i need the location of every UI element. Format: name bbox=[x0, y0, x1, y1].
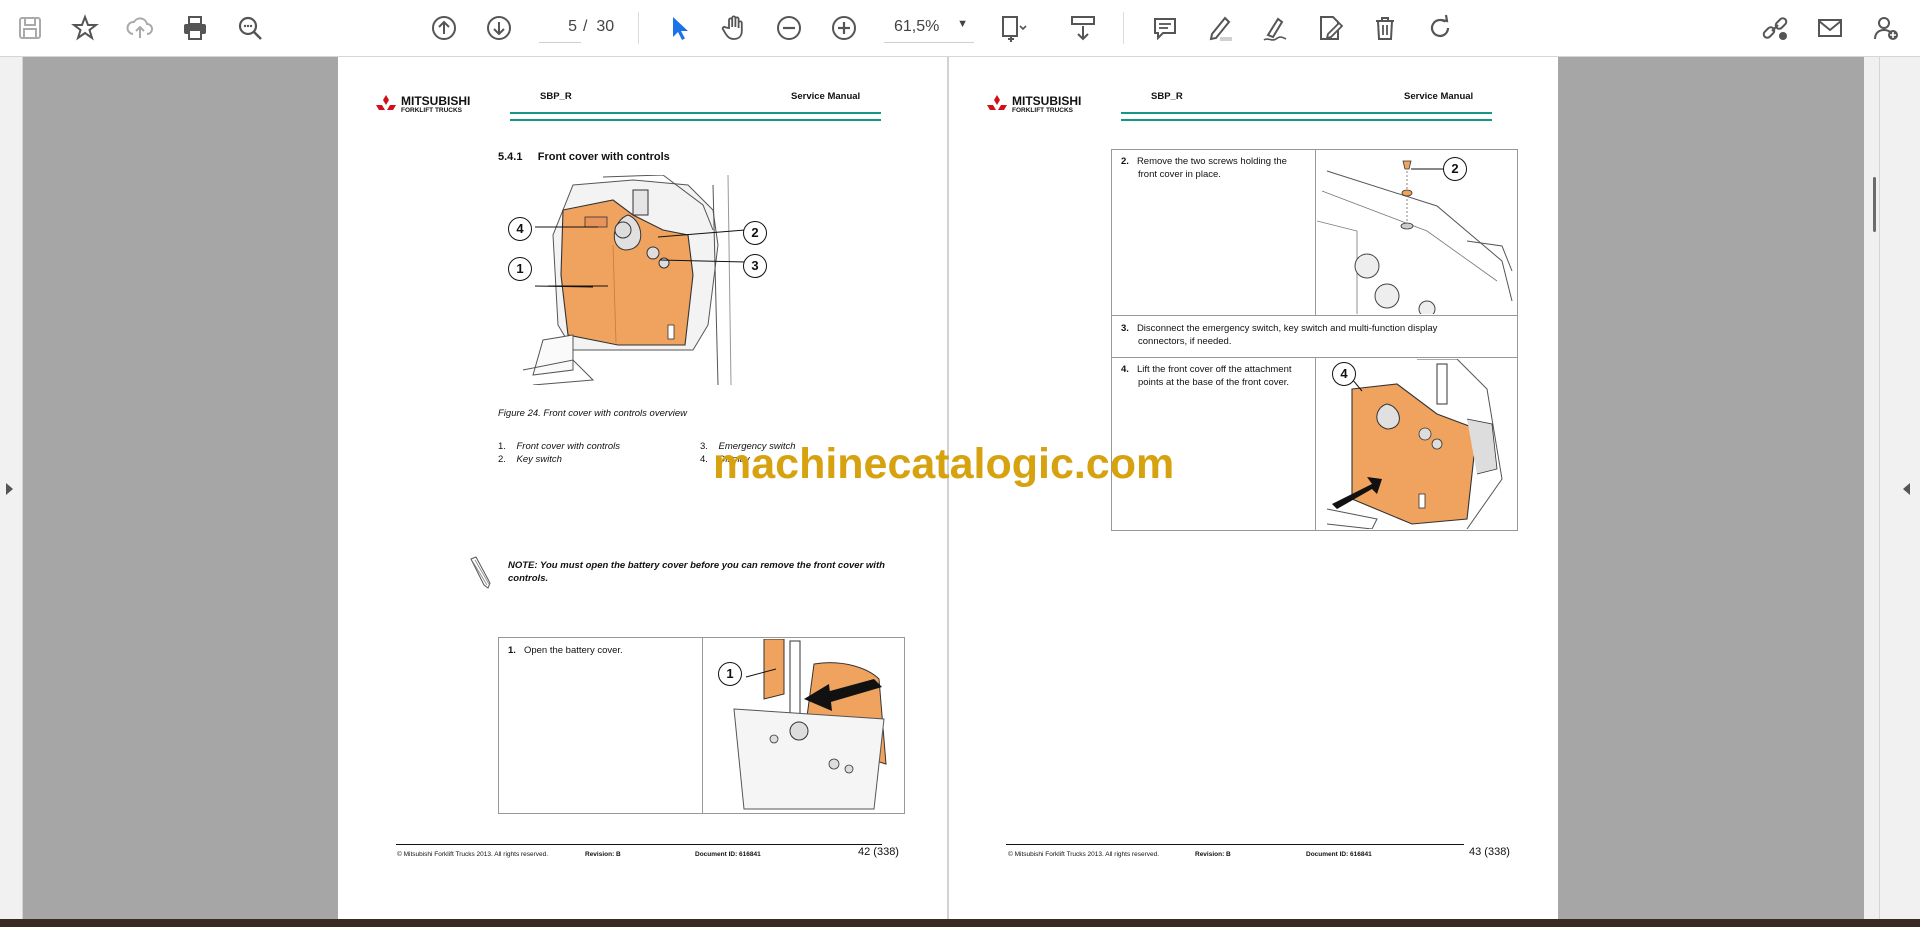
callout-4: 4 bbox=[1332, 362, 1356, 386]
toolbar-divider bbox=[1123, 12, 1124, 44]
callout-3: 3 bbox=[743, 254, 767, 278]
watermark-text: machinecatalogic.com bbox=[713, 440, 1175, 488]
expand-left-icon[interactable] bbox=[6, 483, 13, 495]
footer-rule bbox=[396, 844, 882, 845]
note-text: NOTE: You must open the battery cover be… bbox=[508, 560, 885, 584]
toolbar-divider bbox=[638, 12, 639, 44]
footer-revision: Revision: B bbox=[1195, 851, 1231, 858]
header-title: Service Manual bbox=[1404, 91, 1474, 102]
section-title: 5.4.1 Front cover with controls bbox=[498, 151, 670, 163]
right-panel-toggle[interactable] bbox=[1879, 57, 1920, 919]
legend-item: 1. Front cover with controls bbox=[498, 441, 620, 452]
header-rule bbox=[510, 112, 881, 121]
select-cursor-icon[interactable] bbox=[663, 12, 695, 44]
header-model: SBP_R bbox=[540, 91, 572, 102]
add-user-icon[interactable] bbox=[1870, 12, 1902, 44]
zoom-search-icon[interactable] bbox=[234, 12, 266, 44]
zoom-select[interactable]: 61,5% ▼ bbox=[884, 12, 974, 43]
mitsubishi-logo: MITSUBISHI FORKLIFT TRUCKS bbox=[375, 94, 505, 115]
callout-4: 4 bbox=[508, 217, 532, 241]
footer-copyright: © Mitsubishi Forklift Trucks 2013. All r… bbox=[397, 851, 549, 858]
step-4: 4. Lift the front cover off the attachmen… bbox=[1121, 364, 1292, 388]
screws-illustration bbox=[1316, 151, 1515, 318]
callout-1: 1 bbox=[508, 257, 532, 281]
header-title: Service Manual bbox=[791, 91, 861, 102]
svg-text:FORKLIFT TRUCKS: FORKLIFT TRUCKS bbox=[401, 107, 463, 114]
hand-icon[interactable] bbox=[718, 12, 750, 44]
highlight-pen-icon[interactable] bbox=[1204, 12, 1236, 44]
header-rule bbox=[1121, 112, 1492, 121]
save-icon[interactable] bbox=[14, 12, 46, 44]
scrollbar-thumb[interactable] bbox=[1873, 177, 1876, 232]
step-3: 3. Disconnect the emergency switch, key s… bbox=[1121, 323, 1438, 347]
figure-caption: Figure 24. Front cover with controls ove… bbox=[498, 408, 688, 419]
step-1: 1. Open the battery cover. bbox=[508, 645, 623, 656]
footer-revision: Revision: B bbox=[585, 851, 621, 858]
footer-docid: Document ID: 616841 bbox=[695, 851, 761, 858]
fit-page-icon[interactable] bbox=[997, 12, 1029, 44]
page-total: / 30 bbox=[583, 18, 615, 35]
footer-rule bbox=[1006, 844, 1464, 845]
page-down-icon[interactable] bbox=[483, 12, 515, 44]
bookmark-star-icon[interactable] bbox=[69, 12, 101, 44]
step-2: 2. Remove the two screws holding the fron… bbox=[1121, 156, 1287, 180]
chevron-down-icon: ▼ bbox=[957, 18, 968, 30]
table-divider bbox=[1315, 357, 1316, 530]
scroll-mode-icon[interactable] bbox=[1067, 12, 1099, 44]
email-icon[interactable] bbox=[1814, 12, 1846, 44]
comment-icon[interactable] bbox=[1149, 12, 1181, 44]
callout-2: 2 bbox=[743, 221, 767, 245]
page-up-icon[interactable] bbox=[428, 12, 460, 44]
rotate-icon[interactable] bbox=[1424, 12, 1456, 44]
toolbar: / 30 61,5% ▼ bbox=[0, 0, 1920, 57]
note-pencil-icon bbox=[468, 555, 492, 589]
print-icon[interactable] bbox=[179, 12, 211, 44]
zoom-out-icon[interactable] bbox=[773, 12, 805, 44]
draw-icon[interactable] bbox=[1259, 12, 1291, 44]
header-model: SBP_R bbox=[1151, 91, 1183, 102]
edit-doc-icon[interactable] bbox=[1314, 12, 1346, 44]
mitsubishi-logo: MITSUBISHI FORKLIFT TRUCKS bbox=[986, 94, 1116, 115]
footer-page-number: 42 (338) bbox=[858, 846, 899, 858]
callout-2: 2 bbox=[1443, 157, 1467, 181]
table-divider bbox=[702, 637, 703, 814]
svg-text:FORKLIFT TRUCKS: FORKLIFT TRUCKS bbox=[1012, 107, 1074, 114]
expand-right-icon[interactable] bbox=[1903, 483, 1910, 495]
footer-docid: Document ID: 616841 bbox=[1306, 851, 1372, 858]
footer-copyright: © Mitsubishi Forklift Trucks 2013. All r… bbox=[1008, 851, 1160, 858]
scrollbar[interactable] bbox=[1864, 57, 1880, 919]
table-divider bbox=[1111, 315, 1518, 316]
zoom-in-icon[interactable] bbox=[828, 12, 860, 44]
footer-page-number: 43 (338) bbox=[1469, 846, 1510, 858]
page-number-input[interactable] bbox=[539, 12, 581, 43]
delete-icon[interactable] bbox=[1369, 12, 1401, 44]
bottom-strip bbox=[0, 919, 1920, 927]
legend-item: 2. Key switch bbox=[498, 454, 562, 465]
share-link-icon[interactable] bbox=[1759, 12, 1791, 44]
callout-1: 1 bbox=[718, 662, 742, 686]
front-cover-illustration bbox=[513, 174, 773, 386]
zoom-value: 61,5% bbox=[894, 18, 940, 35]
upload-cloud-icon[interactable] bbox=[124, 12, 156, 44]
table-divider bbox=[1315, 149, 1316, 316]
